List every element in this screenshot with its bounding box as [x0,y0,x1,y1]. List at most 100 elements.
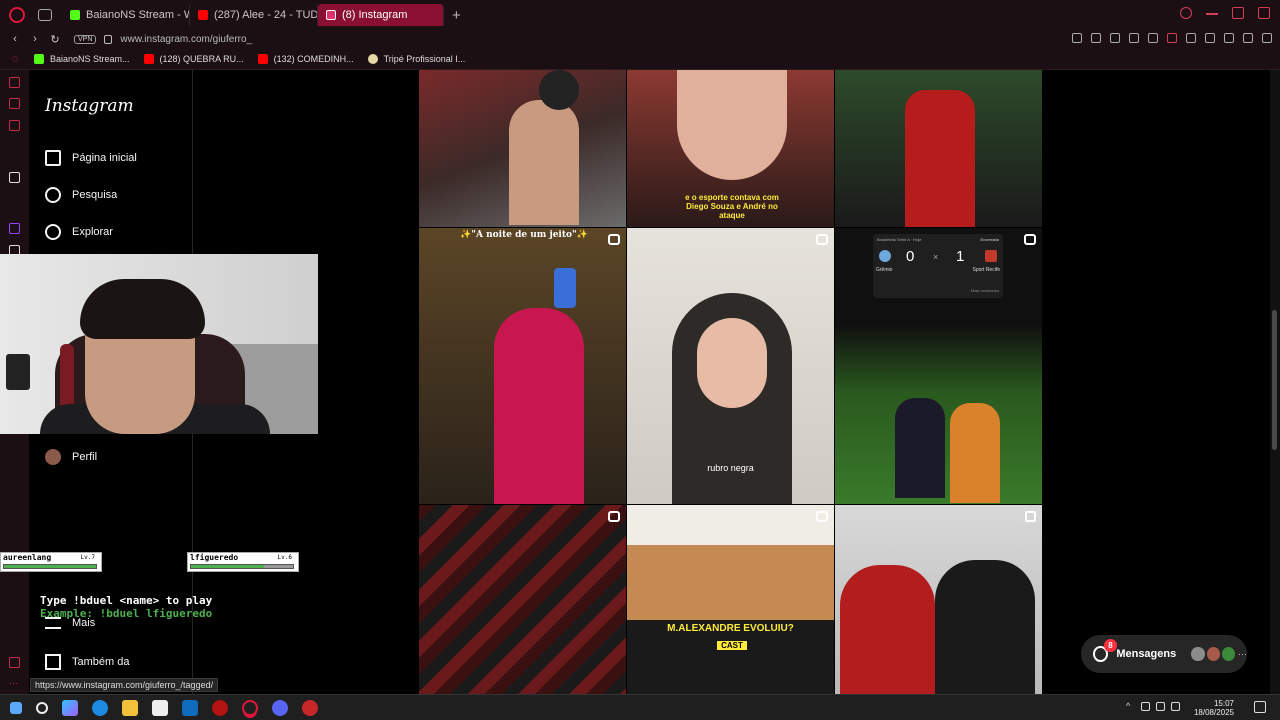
nav-search[interactable]: Pesquisa [45,187,117,203]
nav-profile[interactable]: Perfil [45,449,97,465]
post-tile-8[interactable]: M.ALEXANDRE EVOLUIU? CAST [627,505,834,694]
search-tabs-icon[interactable] [1180,7,1192,19]
duel-instructions: Type !bduel <name> to play [40,594,213,607]
file-explorer-icon[interactable] [122,699,138,716]
tab-islands-icon[interactable] [38,9,52,21]
system-clock[interactable]: 15:07 18/08/2025 [1194,699,1234,717]
nav-also-from-meta[interactable]: Também da [45,654,129,670]
new-tab-button[interactable]: + [452,7,461,24]
profile-icon[interactable] [1224,33,1234,43]
reload-icon[interactable]: ↻ [50,33,60,46]
forward-icon[interactable]: › [30,33,40,45]
tab-label: (8) Instagram [342,9,408,21]
opera-gx-icon[interactable] [212,699,228,716]
twitch-icon[interactable] [9,223,20,234]
discord-icon[interactable] [272,699,288,716]
post-tile-2[interactable]: e o esporte contava com Diego Souza e An… [627,70,834,227]
post-tile-3[interactable] [835,70,1042,227]
more-icon[interactable]: ··· [9,678,20,689]
sport-crest-icon [985,250,997,262]
youtube-favicon-icon [257,53,268,64]
search-icon [45,187,61,203]
volume-icon[interactable] [1171,702,1180,711]
store-icon[interactable] [152,699,168,716]
outlook-icon[interactable] [182,699,198,716]
nav-home[interactable]: Página inicial [45,150,137,166]
post-4-caption: ✨"A noite de um jeito"✨ [460,230,588,240]
download-icon[interactable] [1243,33,1253,43]
search-icon[interactable] [36,701,48,714]
home-icon [45,150,61,166]
minimize-icon[interactable] [1206,13,1218,15]
bookmark-quebra-ru[interactable]: (128) QUEBRA RU... [143,53,244,64]
bookmark-label: (128) QUEBRA RU... [159,53,244,64]
bookmark-comedinh[interactable]: (132) COMEDINH... [257,53,354,64]
bookmark-label: (132) COMEDINH... [273,53,354,64]
messages-button[interactable]: 8 Mensagens ··· [1081,635,1247,673]
tab-baianons[interactable]: BaianoNS Stream - Watch [62,4,190,26]
link-status-url: https://www.instagram.com/giuferro_/tagg… [30,678,219,692]
aria-icon[interactable] [9,77,20,88]
obs-icon[interactable] [302,699,318,716]
player2-hp-card: lfigueredo Lv.6 [187,552,299,572]
windows-start-icon[interactable] [10,701,22,714]
messages-label: Mensagens [1116,648,1177,660]
bookmark-tripe[interactable]: Tripé Profissional I... [367,53,466,64]
edge-icon[interactable] [92,699,108,716]
system-tray: ^ [1126,702,1180,711]
back-icon[interactable]: ‹ [10,33,20,45]
tab-instagram[interactable]: (8) Instagram [318,4,444,26]
kick-favicon-icon [34,53,44,64]
player2-hp-bar [190,564,294,569]
chevron-up-icon[interactable]: ^ [1126,702,1135,711]
opera-active-icon[interactable] [242,699,258,716]
reel-icon [1024,234,1036,245]
play-icon[interactable] [1129,33,1139,43]
arrow-icon[interactable] [9,172,20,183]
close-icon[interactable] [1258,7,1270,19]
extensions-icon[interactable] [1205,33,1215,43]
post-8-caption: M.ALEXANDRE EVOLUIU? [667,623,794,634]
post-2-caption: e o esporte contava com Diego Souza e An… [685,193,779,220]
kick-favicon-icon [70,10,80,20]
heart-icon[interactable] [1148,33,1158,43]
gx-icon[interactable] [9,120,20,131]
lock-icon[interactable] [104,34,113,44]
shield-icon[interactable] [1110,33,1120,43]
post-tile-1[interactable] [419,70,626,227]
vpn-badge[interactable]: VPN [74,34,97,44]
tab-youtube-alee[interactable]: (287) Alee - 24 - TUDO D [190,4,318,26]
notification-icon[interactable] [1254,701,1266,713]
bookmark-baianons[interactable]: BaianoNS Stream... [34,53,130,64]
restore-icon[interactable] [1232,7,1244,19]
wallet-icon[interactable] [1186,33,1196,43]
scrollbar-thumb[interactable] [1272,310,1277,450]
opera-logo-icon[interactable] [9,7,25,23]
gx-corner-icon[interactable] [9,657,20,668]
post-tile-5[interactable]: rubro negra [627,228,834,504]
microphone-icon[interactable] [1141,702,1150,711]
page-scrollbar[interactable] [1270,70,1280,694]
scoreboard-card: Brasileirão Série A · Hoje Encerrado Grê… [873,234,1003,298]
speed-dial-icon[interactable]: ◌ [10,53,20,65]
pin-icon[interactable] [1072,33,1082,43]
copilot-icon[interactable] [62,699,78,716]
battery-icon[interactable] [1167,33,1177,43]
post-tile-9[interactable] [835,505,1042,694]
player1-hp-fill [4,565,96,568]
post-tile-6[interactable]: Brasileirão Série A · Hoje Encerrado Grê… [835,228,1042,504]
post-tile-7[interactable] [419,505,626,694]
network-icon[interactable] [1156,702,1165,711]
url-field[interactable]: www.instagram.com/giuferro_ [120,34,252,45]
menu-icon[interactable] [1262,33,1272,43]
nav-search-label: Pesquisa [72,189,118,201]
messenger-icon[interactable] [9,98,20,109]
player2-name: lfigueredo [190,553,239,562]
snapshot-icon[interactable] [1091,33,1101,43]
nav-also-label: Também da [72,656,130,668]
bookmark-label: Tripé Profissional I... [383,53,466,64]
streamer-hair [80,279,205,339]
nav-explore[interactable]: Explorar [45,224,113,240]
post-tile-4[interactable]: ✨"A noite de um jeito"✨ [419,228,626,504]
instagram-logo[interactable]: Instagram [45,96,134,116]
